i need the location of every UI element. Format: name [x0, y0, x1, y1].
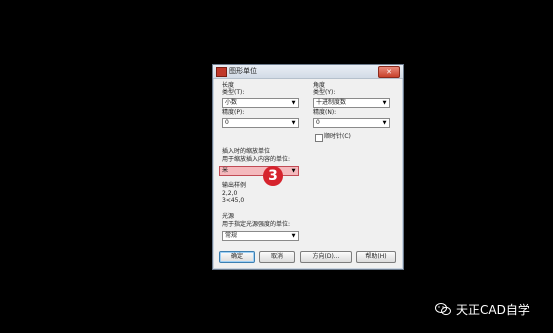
length-type-value: 小数: [225, 99, 238, 106]
length-precision-value: 0: [225, 119, 229, 126]
chevron-down-icon: ▼: [382, 120, 387, 126]
length-type-label: 类型(T):: [222, 89, 245, 96]
angle-type-label: 类型(Y):: [313, 89, 336, 96]
chevron-down-icon: ▼: [291, 233, 296, 239]
insertion-units-value: 米: [222, 167, 229, 174]
cancel-button[interactable]: 取消: [259, 251, 295, 263]
angle-precision-label: 精度(N):: [313, 109, 337, 116]
insertion-description: 用于缩放插入内容的单位:: [222, 156, 291, 163]
lighting-description: 用于指定光源强度的单位:: [222, 221, 291, 228]
output-group-label: 输出样例: [222, 182, 247, 189]
length-type-select[interactable]: 小数 ▼: [222, 98, 299, 108]
chevron-down-icon: ▼: [291, 120, 296, 126]
watermark-text: 天正CAD自学: [456, 303, 530, 317]
angle-type-select[interactable]: 十进制度数 ▼: [313, 98, 390, 108]
help-button[interactable]: 帮助(H): [356, 251, 396, 263]
insertion-group-label: 插入时的缩放单位: [222, 148, 271, 155]
step-number-badge: 3: [263, 166, 283, 186]
insertion-units-select[interactable]: 米 ▼: [219, 166, 299, 176]
chevron-down-icon: ▼: [291, 100, 296, 106]
angle-precision-value: 0: [316, 119, 320, 126]
angle-type-value: 十进制度数: [316, 99, 347, 106]
autocad-app-icon: [216, 67, 227, 77]
ok-button[interactable]: 确定: [219, 251, 255, 263]
dialog-titlebar[interactable]: 图形单位 ✕: [213, 65, 403, 79]
direction-button[interactable]: 方向(D)...: [300, 251, 352, 263]
lighting-units-select[interactable]: 常规 ▼: [222, 231, 299, 241]
lighting-units-value: 常规: [225, 232, 238, 239]
clockwise-label: 顺时针(C): [324, 133, 351, 140]
wechat-icon: [435, 303, 451, 316]
close-button[interactable]: ✕: [378, 66, 400, 78]
clockwise-checkbox[interactable]: [315, 134, 323, 142]
chevron-down-icon: ▼: [382, 100, 387, 106]
dialog-title: 图形单位: [229, 67, 257, 75]
length-precision-label: 精度(P):: [222, 109, 245, 116]
output-sample-line-2: 3<45,0: [222, 197, 245, 204]
length-precision-select[interactable]: 0 ▼: [222, 118, 299, 128]
angle-precision-select[interactable]: 0 ▼: [313, 118, 390, 128]
chevron-down-icon: ▼: [291, 168, 296, 174]
lighting-group-label: 光源: [222, 213, 235, 220]
